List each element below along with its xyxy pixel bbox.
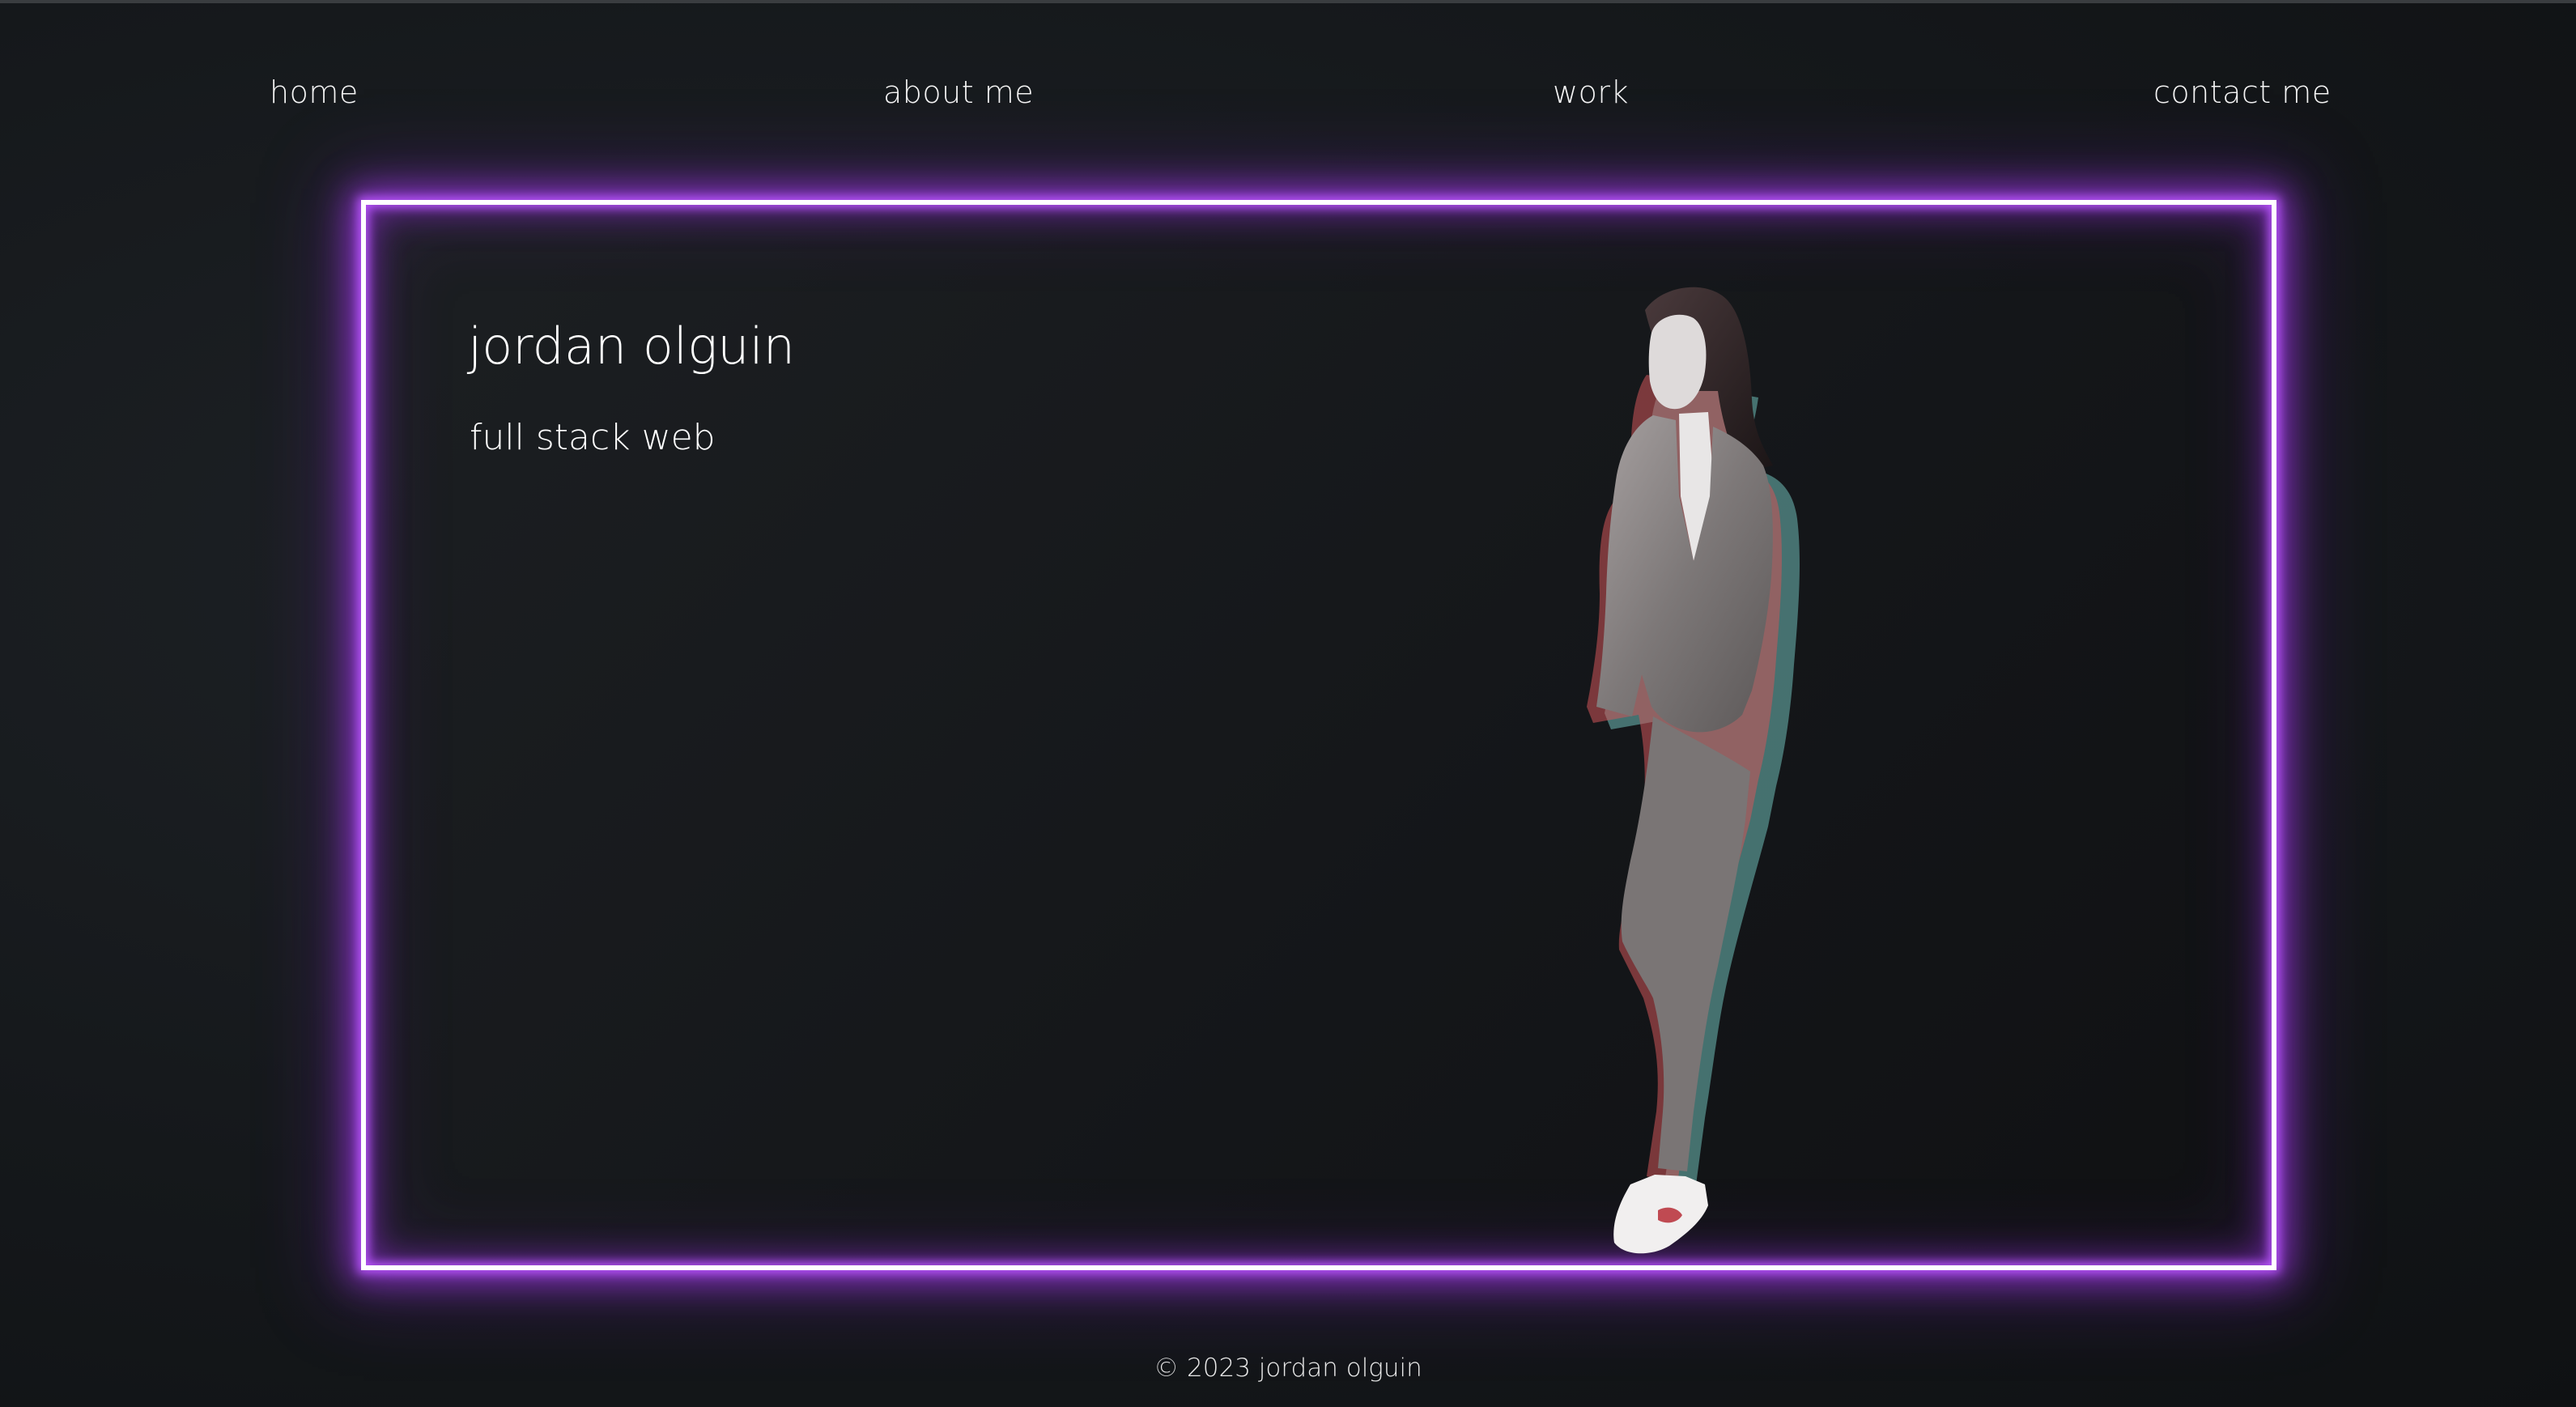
- nav-link-home[interactable]: home: [270, 74, 359, 110]
- nav-link-work[interactable]: work: [1553, 74, 1629, 110]
- hero-title: jordan olguin: [468, 317, 796, 376]
- top-navigation: home about me work contact me: [0, 74, 2576, 123]
- page-background: home about me work contact me jordan olg…: [0, 0, 2576, 1407]
- hero-subtitle: full stack web: [470, 417, 716, 458]
- nav-link-about-me[interactable]: about me: [883, 74, 1034, 110]
- footer-copyright: © 2023 jordan olguin: [1154, 1354, 1422, 1383]
- portrait-photo: [1587, 287, 1800, 1254]
- nav-link-contact-me[interactable]: contact me: [2153, 74, 2332, 110]
- hero-neon-frame: jordan olguin full stack web: [361, 200, 2276, 1270]
